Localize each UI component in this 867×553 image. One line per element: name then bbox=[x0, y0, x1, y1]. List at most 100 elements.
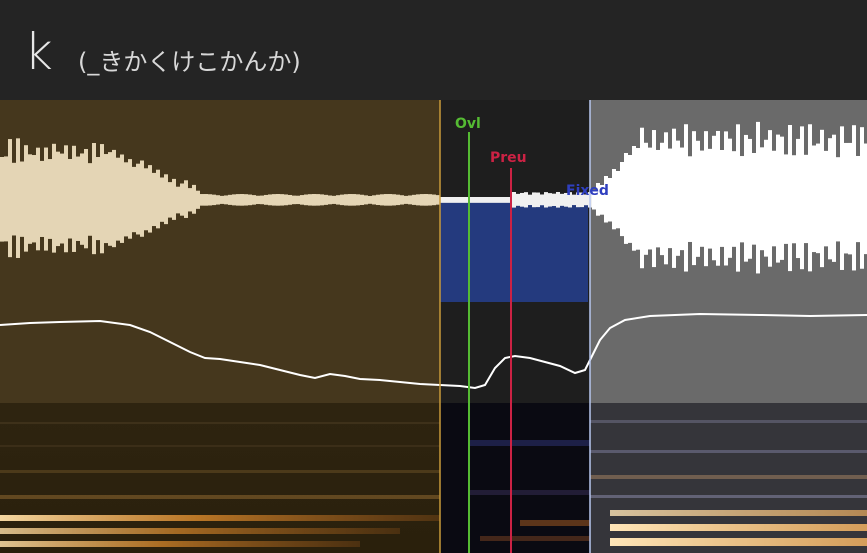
waveform-segment bbox=[248, 194, 252, 206]
waveform-segment bbox=[84, 148, 88, 249]
waveform-segment bbox=[432, 194, 436, 206]
waveform-segment bbox=[728, 138, 732, 258]
waveform-segment bbox=[836, 157, 840, 242]
waveform-segment bbox=[776, 134, 780, 263]
waveform-segment bbox=[336, 195, 340, 205]
waveform-segment bbox=[108, 152, 112, 246]
waveform-segment bbox=[672, 128, 676, 268]
waveform-segment bbox=[220, 195, 224, 204]
waveform-segment bbox=[184, 180, 188, 218]
waveform-segment bbox=[416, 194, 420, 206]
alias-label: (_きかくけこかんか) bbox=[78, 48, 301, 76]
waveform-segment bbox=[784, 154, 788, 244]
waveform-segment bbox=[216, 195, 220, 205]
waveform-segment bbox=[100, 144, 104, 254]
waveform-segment bbox=[376, 194, 380, 206]
waveform-segment bbox=[712, 135, 716, 261]
waveform-segment bbox=[56, 151, 60, 247]
waveform-segment bbox=[840, 126, 844, 270]
waveform-segment bbox=[560, 193, 564, 206]
waveform-segment bbox=[72, 145, 76, 252]
waveform-segment bbox=[212, 194, 216, 206]
waveform-segment bbox=[80, 153, 84, 245]
waveform-segment bbox=[112, 149, 116, 248]
waveform-segment bbox=[552, 193, 556, 207]
waveform-segment bbox=[196, 190, 200, 209]
waveform-segment bbox=[344, 194, 348, 206]
waveform-segment bbox=[420, 194, 424, 206]
waveform-segment bbox=[412, 194, 416, 205]
waveform-segment bbox=[688, 156, 692, 242]
waveform-segment bbox=[200, 194, 204, 206]
waveform-segment bbox=[380, 194, 384, 206]
waveform-segment bbox=[796, 138, 800, 259]
waveform-segment bbox=[76, 156, 80, 241]
waveform-segment bbox=[204, 194, 208, 206]
waveform-segment bbox=[304, 194, 308, 206]
waveform-segment bbox=[236, 194, 240, 206]
waveform-segment bbox=[400, 195, 404, 205]
waveform-segment bbox=[68, 158, 72, 239]
waveform-segment bbox=[860, 127, 864, 269]
spectrogram bbox=[0, 403, 867, 553]
consonant-region[interactable] bbox=[440, 200, 588, 302]
waveform-segment bbox=[628, 155, 632, 243]
waveform-segment bbox=[708, 148, 712, 249]
waveform-segment bbox=[156, 169, 160, 229]
waveform-segment bbox=[60, 153, 64, 244]
waveform-segment bbox=[816, 143, 820, 254]
waveform-segment bbox=[848, 142, 852, 255]
waveform-segment bbox=[684, 124, 688, 272]
waveform-segment bbox=[464, 197, 468, 203]
waveform-segment bbox=[804, 154, 808, 244]
waveform-segment bbox=[312, 194, 316, 206]
waveform-segment bbox=[652, 130, 656, 268]
waveform-segment bbox=[640, 127, 644, 269]
waveform-segment bbox=[164, 174, 168, 225]
waveform-segment bbox=[632, 146, 636, 251]
waveform-segment bbox=[704, 131, 708, 267]
waveform-segment bbox=[496, 197, 500, 203]
waveform-segment bbox=[512, 192, 516, 208]
waveform-segment bbox=[36, 147, 40, 251]
waveform-segment bbox=[812, 145, 816, 253]
waveform-segment bbox=[240, 194, 244, 206]
waveform-segment bbox=[268, 194, 272, 206]
waveform-segment bbox=[96, 156, 100, 241]
waveform-segment bbox=[144, 168, 148, 231]
waveform-segment bbox=[692, 131, 696, 266]
waveform-segment bbox=[92, 143, 96, 255]
waveform-segment bbox=[800, 126, 804, 270]
waveform-segment bbox=[132, 166, 136, 233]
waveform-segment bbox=[52, 143, 56, 253]
waveform-segment bbox=[296, 195, 300, 205]
waveform-segment bbox=[44, 147, 48, 251]
waveform-segment bbox=[88, 163, 92, 236]
waveform-segment bbox=[356, 194, 360, 206]
waveform-segment bbox=[664, 132, 668, 265]
waveform-segment bbox=[424, 194, 428, 206]
waveform-segment bbox=[160, 177, 164, 222]
waveform-segment bbox=[772, 150, 776, 247]
waveform-segment bbox=[48, 159, 52, 239]
waveform-segment bbox=[284, 194, 288, 206]
waveform-segment bbox=[308, 194, 312, 206]
waveform-segment bbox=[756, 121, 760, 274]
waveform-segment bbox=[188, 188, 192, 212]
waveform-segment bbox=[792, 155, 796, 244]
waveform-segment bbox=[24, 145, 28, 252]
waveform-segment bbox=[740, 156, 744, 243]
waveform-segment bbox=[856, 155, 860, 243]
waveform-segment bbox=[620, 162, 624, 237]
header-bar: k (_きかくけこかんか) bbox=[0, 0, 867, 100]
waveform-segment bbox=[116, 157, 120, 241]
waveform-segment bbox=[720, 149, 724, 247]
waveform-segment bbox=[540, 194, 544, 206]
waveform-segment bbox=[852, 125, 856, 271]
waveform-segment bbox=[544, 192, 548, 208]
waveform-editor[interactable]: Ovl Preu Fixed bbox=[0, 100, 867, 553]
waveform-segment bbox=[744, 134, 748, 262]
waveform-segment bbox=[724, 131, 728, 266]
waveform-segment bbox=[228, 194, 232, 205]
waveform-segment bbox=[788, 125, 792, 272]
